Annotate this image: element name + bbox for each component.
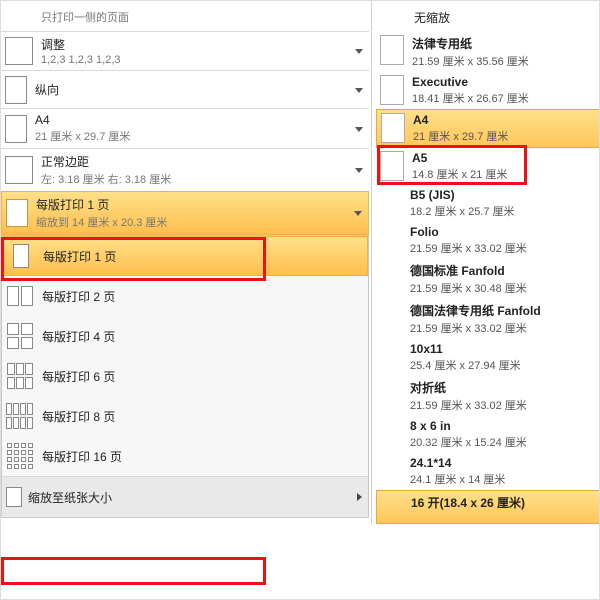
- paper-sub: 18.41 厘米 x 26.67 厘米: [412, 90, 529, 106]
- paper-sub: 25.4 厘米 x 27.94 厘米: [410, 357, 521, 373]
- paper-title: Folio: [410, 225, 527, 239]
- paper-option[interactable]: 对折纸21.59 厘米 x 33.02 厘米: [376, 376, 600, 416]
- paper-sub: 21.59 厘米 x 30.48 厘米: [410, 280, 527, 296]
- orientation-option[interactable]: 纵向: [1, 70, 369, 108]
- menu-item-label: 每版打印 2 页: [42, 288, 115, 305]
- paper-title: 24.1*14: [410, 456, 505, 470]
- chevron-down-icon: [354, 211, 362, 216]
- page-icon: [380, 151, 404, 181]
- pps-title: 每版打印 1 页: [36, 196, 167, 213]
- menu-item-label: 每版打印 6 页: [42, 368, 115, 385]
- menu-item-16pp[interactable]: 每版打印 16 页: [2, 436, 368, 476]
- page-icon: [5, 115, 27, 143]
- orientation-title: 纵向: [35, 81, 59, 98]
- page-icon: [380, 75, 404, 105]
- paper-sub: 14.8 厘米 x 21 厘米: [412, 166, 507, 182]
- paper-sub: 21.59 厘米 x 33.02 厘米: [410, 240, 527, 256]
- pages-per-sheet-menu: 每版打印 1 页 每版打印 2 页 每版打印 4 页 每版打印 6 页 每版打印…: [1, 235, 369, 518]
- menu-item-label: 每版打印 1 页: [43, 248, 116, 265]
- page-icon: [381, 113, 405, 143]
- grid-16-icon: [6, 442, 34, 470]
- paper-title: 法律专用纸: [412, 35, 529, 52]
- menu-item-label: 每版打印 8 页: [42, 408, 115, 425]
- collate-title: 调整: [41, 36, 121, 53]
- paper-option[interactable]: 法律专用纸21.59 厘米 x 35.56 厘米: [376, 32, 600, 72]
- chevron-down-icon: [355, 49, 363, 54]
- menu-item-1pp[interactable]: 每版打印 1 页: [2, 236, 368, 276]
- margins-icon: [5, 156, 33, 184]
- page-icon: [6, 487, 22, 507]
- paper-option[interactable]: 德国法律专用纸 Fanfold21.59 厘米 x 33.02 厘米: [376, 299, 600, 339]
- margins-sub: 左: 3.18 厘米 右: 3.18 厘米: [41, 171, 171, 187]
- paper-sub: 18.2 厘米 x 25.7 厘米: [410, 203, 515, 219]
- paper-sub: 21 厘米 x 29.7 厘米: [413, 128, 508, 144]
- paper-sub: 21.59 厘米 x 35.56 厘米: [412, 53, 529, 69]
- paper-option[interactable]: Executive18.41 厘米 x 26.67 厘米: [376, 72, 600, 109]
- paper-title: 德国法律专用纸 Fanfold: [410, 302, 541, 319]
- panel-divider: [371, 1, 372, 524]
- paper-title: A4: [413, 113, 508, 127]
- margins-title: 正常边距: [41, 153, 171, 170]
- chevron-down-icon: [355, 168, 363, 173]
- paper-list: 法律专用纸21.59 厘米 x 35.56 厘米Executive18.41 厘…: [376, 32, 600, 524]
- print-side-sub: 只打印一侧的页面: [41, 9, 129, 25]
- menu-item-4pp[interactable]: 每版打印 4 页: [2, 316, 368, 356]
- paper-sub: 21.59 厘米 x 33.02 厘米: [410, 320, 541, 336]
- left-settings: 只打印一侧的页面 调整 1,2,3 1,2,3 1,2,3 纵向 A4 21 厘…: [1, 1, 369, 518]
- pages-per-sheet-option[interactable]: 每版打印 1 页 缩放到 14 厘米 x 20.3 厘米: [1, 191, 369, 235]
- paper-sub: 21.59 厘米 x 33.02 厘米: [410, 397, 527, 413]
- paper-option[interactable]: 10x1125.4 厘米 x 27.94 厘米: [376, 339, 600, 376]
- page-icon: [380, 35, 404, 65]
- pps-sub: 缩放到 14 厘米 x 20.3 厘米: [36, 214, 167, 230]
- grid-8-icon: [6, 402, 34, 430]
- paper-option[interactable]: A421 厘米 x 29.7 厘米: [376, 109, 600, 148]
- portrait-icon: [5, 76, 27, 104]
- print-side-option[interactable]: 只打印一侧的页面: [1, 1, 369, 31]
- print-settings-panel: 只打印一侧的页面 调整 1,2,3 1,2,3 1,2,3 纵向 A4 21 厘…: [0, 0, 600, 600]
- paper-title: B5 (JIS): [410, 188, 515, 202]
- margins-option[interactable]: 正常边距 左: 3.18 厘米 右: 3.18 厘米: [1, 148, 369, 191]
- paper-size-option[interactable]: A4 21 厘米 x 29.7 厘米: [1, 108, 369, 148]
- grid-1-icon: [7, 242, 35, 270]
- collate-sub: 1,2,3 1,2,3 1,2,3: [41, 54, 121, 66]
- paper-size-submenu: 无缩放 法律专用纸21.59 厘米 x 35.56 厘米Executive18.…: [376, 1, 600, 524]
- no-scale-option[interactable]: 无缩放: [376, 1, 600, 32]
- paper-option[interactable]: 8 x 6 in20.32 厘米 x 15.24 厘米: [376, 416, 600, 453]
- menu-item-6pp[interactable]: 每版打印 6 页: [2, 356, 368, 396]
- collate-option[interactable]: 调整 1,2,3 1,2,3 1,2,3: [1, 31, 369, 70]
- paper-title: 对折纸: [410, 379, 527, 396]
- scale-to-paper-item[interactable]: 缩放至纸张大小: [2, 477, 368, 517]
- paper-option[interactable]: 16 开(18.4 x 26 厘米): [376, 490, 600, 524]
- paper-sub: 24.1 厘米 x 14 厘米: [410, 471, 505, 487]
- paper-title: 德国标准 Fanfold: [410, 262, 527, 279]
- paper-option[interactable]: 德国标准 Fanfold21.59 厘米 x 30.48 厘米: [376, 259, 600, 299]
- paper-title: A5: [412, 151, 507, 165]
- grid-4-icon: [6, 322, 34, 350]
- menu-item-label: 每版打印 4 页: [42, 328, 115, 345]
- paper-title: Executive: [412, 75, 529, 89]
- paper-sub: 21 厘米 x 29.7 厘米: [35, 128, 130, 144]
- paper-title: A4: [35, 113, 130, 127]
- paper-title: 8 x 6 in: [410, 419, 527, 433]
- menu-item-8pp[interactable]: 每版打印 8 页: [2, 396, 368, 436]
- paper-title: 16 开(18.4 x 26 厘米): [411, 494, 525, 511]
- paper-option[interactable]: 24.1*1424.1 厘米 x 14 厘米: [376, 453, 600, 490]
- menu-item-2pp[interactable]: 每版打印 2 页: [2, 276, 368, 316]
- paper-option[interactable]: Folio21.59 厘米 x 33.02 厘米: [376, 222, 600, 259]
- chevron-down-icon: [355, 127, 363, 132]
- paper-title: 10x11: [410, 342, 521, 356]
- collate-icon: [5, 37, 33, 65]
- paper-sub: 20.32 厘米 x 15.24 厘米: [410, 434, 527, 450]
- paper-option[interactable]: B5 (JIS)18.2 厘米 x 25.7 厘米: [376, 185, 600, 222]
- paper-option[interactable]: A514.8 厘米 x 21 厘米: [376, 148, 600, 185]
- menu-footer-label: 缩放至纸张大小: [28, 489, 112, 506]
- grid-6-icon: [6, 362, 34, 390]
- page-icon: [6, 199, 28, 227]
- grid-2-icon: [6, 282, 34, 310]
- callout-box: [1, 557, 266, 585]
- menu-item-label: 每版打印 16 页: [42, 448, 122, 465]
- chevron-right-icon: [357, 493, 362, 501]
- chevron-down-icon: [355, 88, 363, 93]
